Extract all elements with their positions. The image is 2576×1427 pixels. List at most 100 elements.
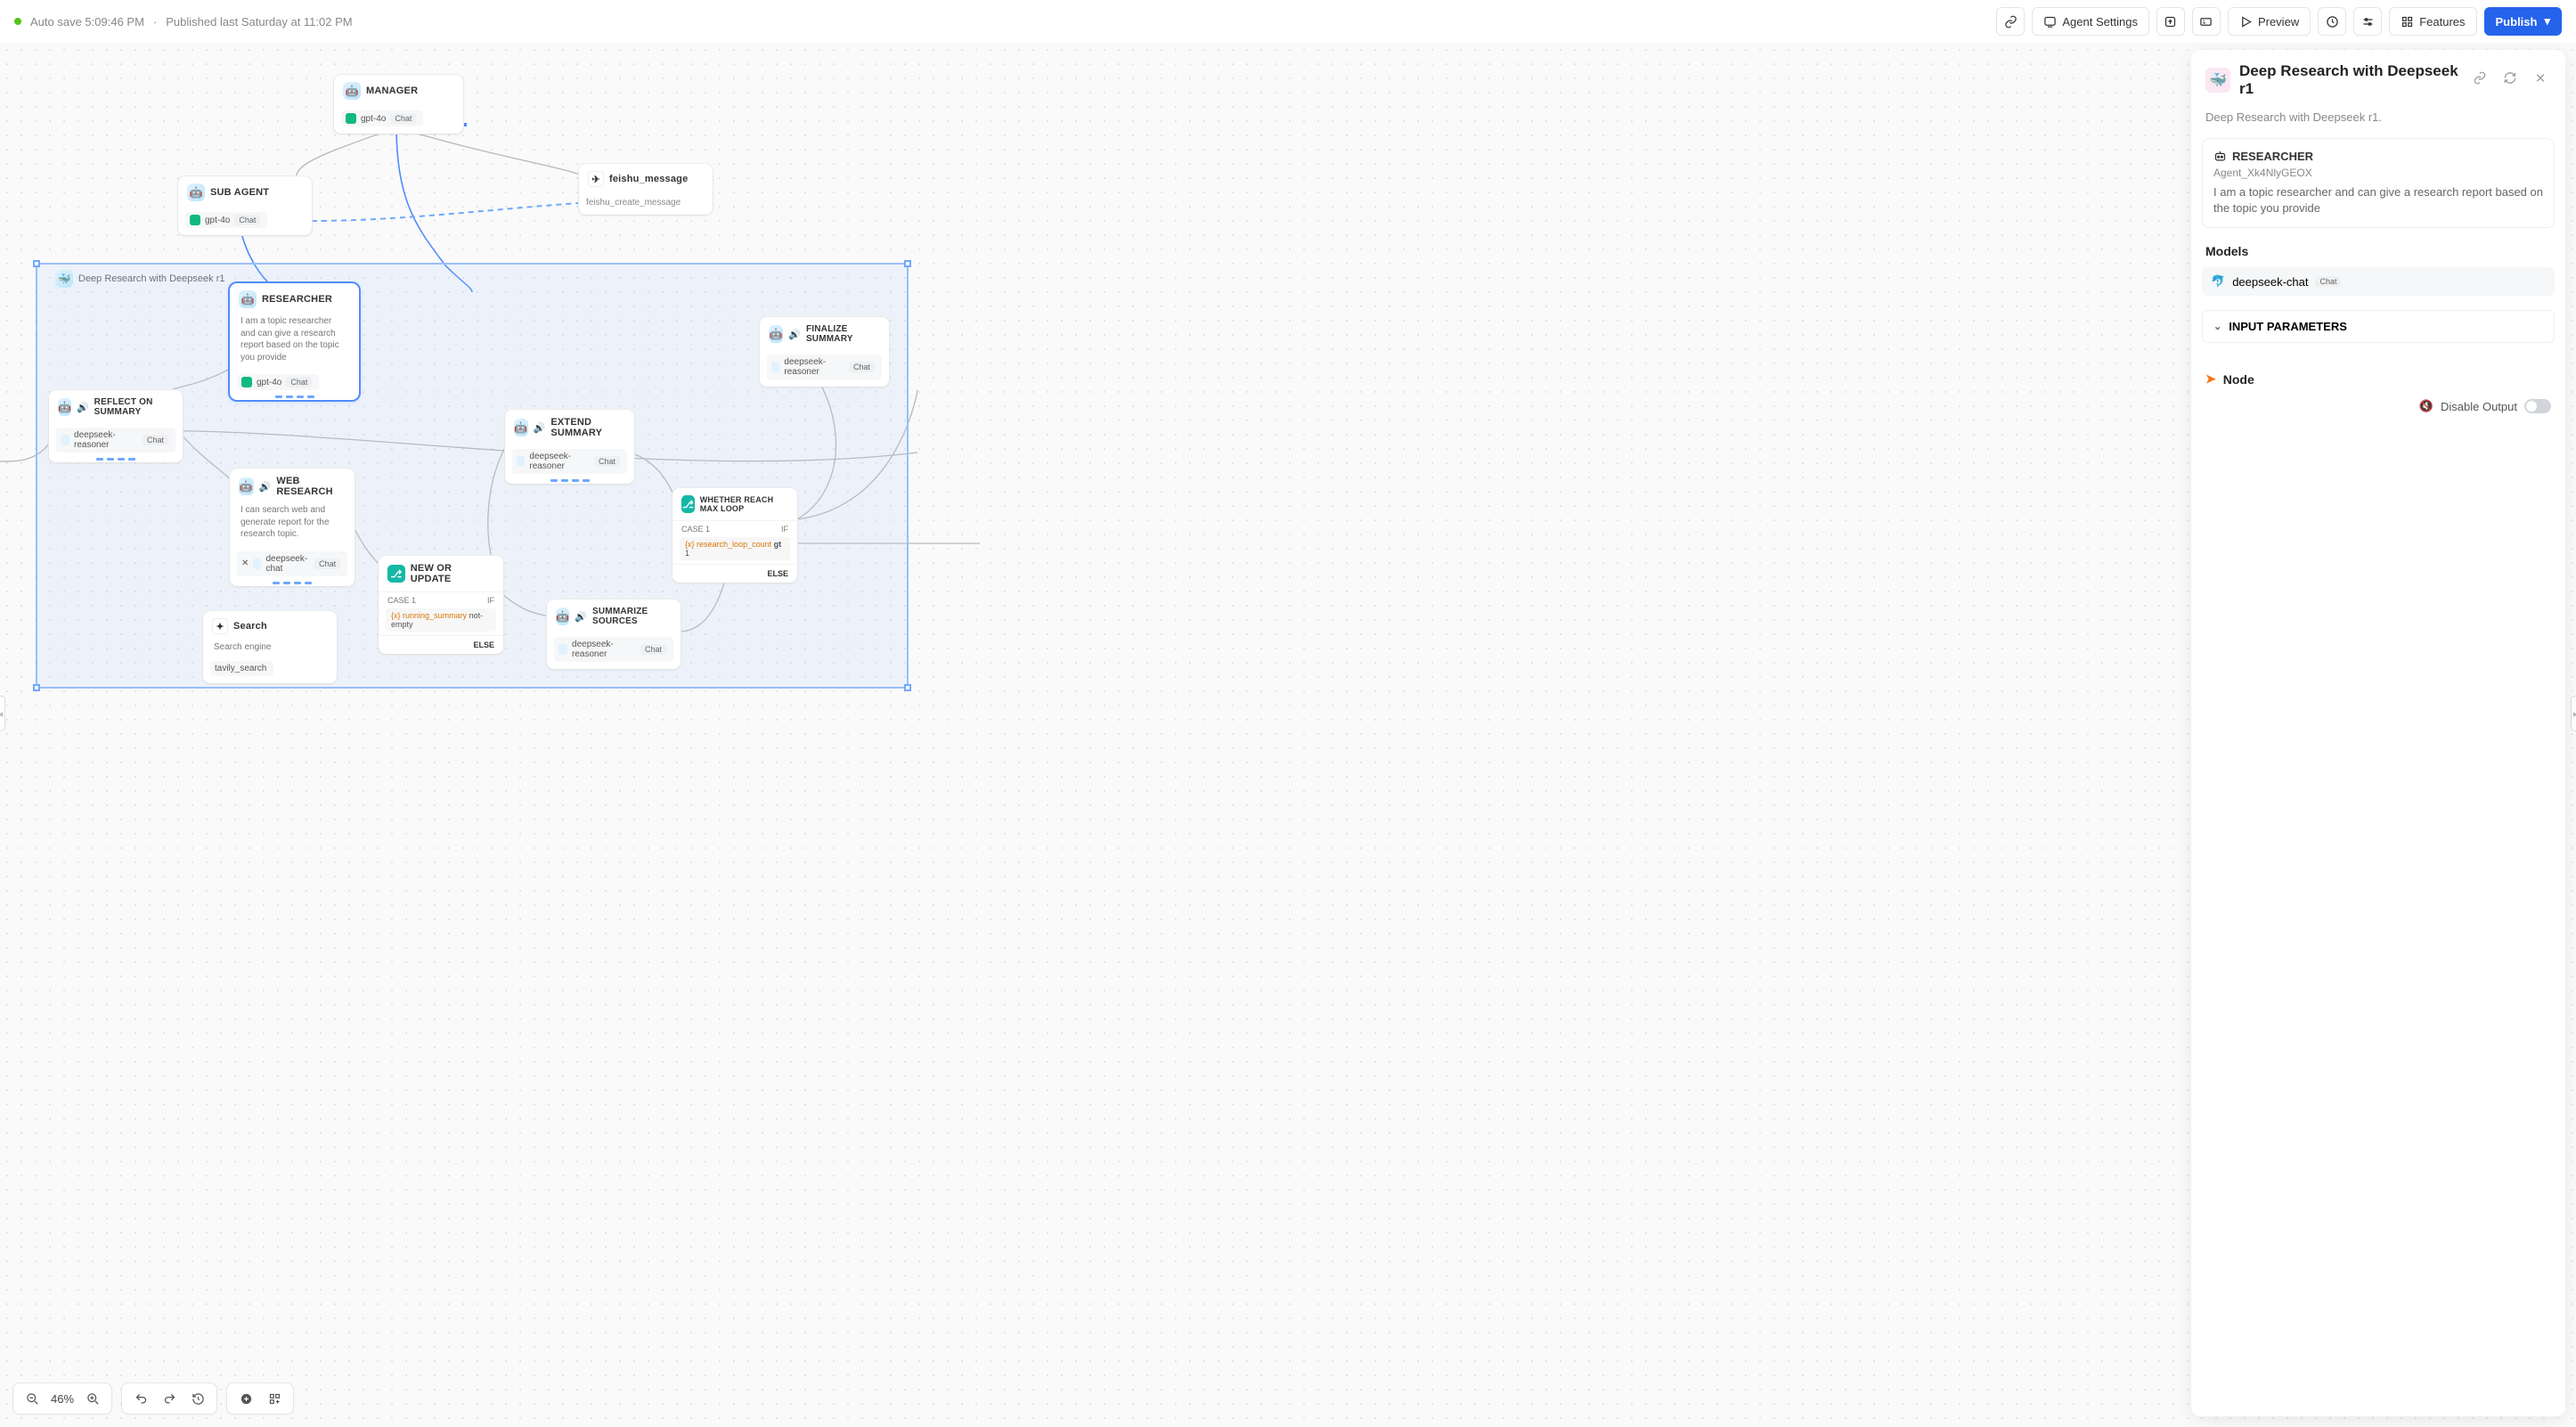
resize-handle[interactable] <box>904 260 911 267</box>
export-icon-button[interactable] <box>2156 7 2185 36</box>
node-finalize-summary[interactable]: 🤖🔊FINALIZE SUMMARY deepseek-reasonerChat <box>760 317 889 387</box>
publish-button[interactable]: Publish ▾ <box>2484 7 2562 36</box>
node-title: MANAGER <box>366 86 418 96</box>
mode-badge: Chat <box>640 644 666 655</box>
if-label: IF <box>781 525 788 534</box>
node-title: EXTEND SUMMARY <box>550 417 625 438</box>
speaker-icon: 🔊 <box>788 329 801 340</box>
node-new-or-update[interactable]: ⎇NEW OR UPDATE CASE 1IF {x} running_summ… <box>379 556 503 654</box>
node-summarize-sources[interactable]: 🤖🔊SUMMARIZE SOURCES deepseek-reasonerCha… <box>547 599 681 669</box>
chevron-down-icon: ⌄ <box>2213 321 2221 332</box>
model-name: gpt-4o <box>205 216 230 225</box>
sliders-icon-button[interactable] <box>2353 7 2382 36</box>
history-icon-button[interactable] <box>2318 7 2346 36</box>
panel-title: Deep Research with Deepseek r1 <box>2239 62 2460 98</box>
model-icon <box>241 377 252 387</box>
agent-id: Agent_Xk4NlyGEOX <box>2213 167 2543 179</box>
node-title: RESEARCHER <box>262 294 332 305</box>
play-icon <box>2239 15 2253 29</box>
canvas-controls: 46% <box>12 1382 294 1415</box>
publish-label: Publish <box>2496 15 2538 29</box>
left-panel-grip[interactable]: ◂ <box>0 696 5 731</box>
zoom-in-button[interactable] <box>79 1385 106 1412</box>
condition-variable: research_loop_count <box>697 540 771 549</box>
branch-icon: ⎇ <box>681 495 695 513</box>
refresh-icon[interactable] <box>2499 71 2521 89</box>
env-icon-button[interactable] <box>2192 7 2221 36</box>
model-name: deepseek-reasoner <box>784 357 844 377</box>
robot-icon: 🤖 <box>514 419 528 436</box>
sparkle-icon: ✦ <box>212 618 228 634</box>
node-search-tool[interactable]: ✦Search Search engine tavily_search <box>203 611 337 683</box>
right-panel-grip[interactable]: ▸ <box>2571 696 2576 731</box>
speaker-icon: 🔊 <box>77 402 89 413</box>
model-icon <box>61 435 69 445</box>
mode-badge: Chat <box>849 362 875 372</box>
autosave-label: Auto save 5:09:46 PM <box>30 15 144 29</box>
grid-icon <box>2401 15 2414 29</box>
output-ports <box>505 479 634 484</box>
agent-settings-button[interactable]: Agent Settings <box>2032 7 2149 36</box>
resize-handle[interactable] <box>33 684 40 691</box>
model-name: deepseek-reasoner <box>74 430 138 450</box>
link-icon-button[interactable] <box>1996 7 2025 36</box>
disable-output-toggle[interactable] <box>2524 399 2551 413</box>
resize-handle[interactable] <box>904 684 911 691</box>
node-reflect-on-summary[interactable]: 🤖🔊REFLECT ON SUMMARY deepseek-reasonerCh… <box>49 390 183 462</box>
link-icon[interactable] <box>2469 71 2490 89</box>
node-feishu-message[interactable]: ✈ feishu_message feishu_create_message <box>579 164 713 215</box>
whale-icon: 🐳 <box>55 270 73 288</box>
close-icon[interactable] <box>2530 71 2551 89</box>
agent-info-card: RESEARCHER Agent_Xk4NlyGEOX I am a topic… <box>2202 138 2555 228</box>
chevron-down-icon: ▾ <box>2544 14 2550 29</box>
features-button[interactable]: Features <box>2389 7 2476 36</box>
workflow-canvas[interactable]: 🐳 Deep Research with Deepseek r1 🤖 MANAGE… <box>0 43 2576 1427</box>
input-params-label: INPUT PARAMETERS <box>2229 320 2347 333</box>
node-description: I can search web and generate report for… <box>230 504 355 548</box>
node-description: I am a topic researcher and can give a r… <box>230 315 359 371</box>
model-row[interactable]: 🐬 deepseek-chat Chat <box>2202 267 2555 296</box>
node-manager[interactable]: 🤖MANAGER gpt-4oChat <box>334 75 463 134</box>
speaker-icon: 🔊 <box>575 611 587 623</box>
node-max-loop[interactable]: ⎇WHETHER REACH MAX LOOP CASE 1IF {x} res… <box>673 488 797 583</box>
robot-icon: 🤖 <box>239 477 254 495</box>
node-researcher[interactable]: 🤖 RESEARCHER I am a topic researcher and … <box>230 283 359 400</box>
input-parameters-section[interactable]: ⌄ INPUT PARAMETERS <box>2202 310 2555 343</box>
node-description: Search engine <box>203 641 337 657</box>
redo-button[interactable] <box>156 1385 183 1412</box>
mode-badge: Chat <box>234 215 260 225</box>
undo-button[interactable] <box>127 1385 154 1412</box>
autosave-status-dot <box>14 18 21 25</box>
output-ports <box>49 458 183 462</box>
node-web-research[interactable]: 🤖🔊WEB RESEARCH I can search web and gene… <box>230 469 355 586</box>
reset-history-button[interactable] <box>184 1385 211 1412</box>
layout-button[interactable] <box>261 1385 288 1412</box>
model-icon <box>517 456 525 467</box>
resize-handle[interactable] <box>33 260 40 267</box>
node-title: SUB AGENT <box>210 187 269 198</box>
mode-badge: Chat <box>2315 276 2341 287</box>
inspector-panel: 🐳 Deep Research with Deepseek r1 Deep Re… <box>2191 50 2565 1416</box>
tool-name: feishu_create_message <box>586 198 681 208</box>
agent-description: I am a topic researcher and can give a r… <box>2213 184 2543 216</box>
node-sub-agent[interactable]: 🤖SUB AGENT gpt-4oChat <box>178 176 312 235</box>
model-icon <box>346 113 356 124</box>
feishu-icon: ✈ <box>588 171 604 187</box>
zoom-out-button[interactable] <box>19 1385 45 1412</box>
node-title: feishu_message <box>609 174 688 184</box>
node-title: WEB RESEARCH <box>276 476 346 497</box>
else-label: ELSE <box>767 569 788 578</box>
robot-icon: 🤖 <box>239 290 257 308</box>
whale-icon: 🐳 <box>2205 68 2230 93</box>
node-extend-summary[interactable]: 🤖🔊EXTEND SUMMARY deepseek-reasonerChat <box>505 410 634 484</box>
robot-icon: 🤖 <box>556 607 569 625</box>
preview-button[interactable]: Preview <box>2228 7 2311 36</box>
output-ports <box>230 395 359 400</box>
add-node-button[interactable] <box>232 1385 259 1412</box>
robot-icon: 🤖 <box>343 82 361 100</box>
top-toolbar: Auto save 5:09:46 PM · Published last Sa… <box>0 0 2576 43</box>
mode-badge: Chat <box>143 435 168 445</box>
separator-dot: · <box>153 15 157 29</box>
case-label: CASE 1 <box>387 596 416 605</box>
model-icon <box>771 362 779 372</box>
